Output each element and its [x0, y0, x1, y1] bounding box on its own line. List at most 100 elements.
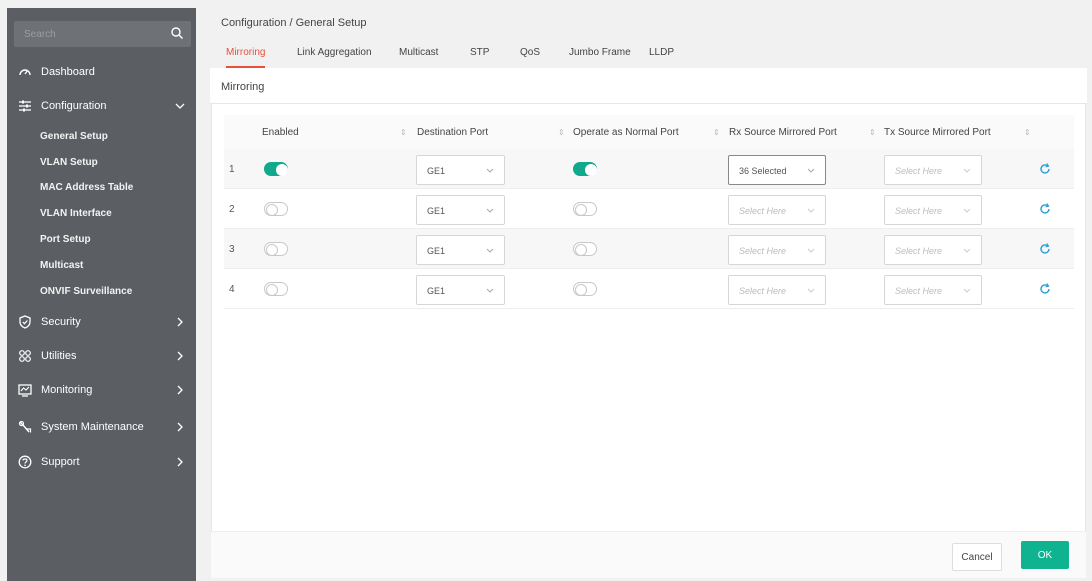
- refresh-icon[interactable]: [1038, 162, 1052, 176]
- sidebar-item-label: Utilities: [41, 350, 77, 362]
- panel-header: Mirroring: [210, 68, 1087, 104]
- select-value: GE1: [427, 286, 446, 296]
- tab-qos[interactable]: QoS: [520, 40, 540, 68]
- search-box[interactable]: Search: [14, 21, 191, 47]
- tx-source-select[interactable]: Select Here: [884, 155, 982, 185]
- sidebar-item-configuration[interactable]: Configuration: [7, 94, 196, 118]
- chevron-right-icon: [177, 317, 183, 327]
- shield-icon: [18, 315, 32, 329]
- table-row: 3 GE1 Select Here Select Here: [224, 229, 1074, 269]
- tx-source-select[interactable]: Select Here: [884, 275, 982, 305]
- select-value: Select Here: [739, 246, 787, 256]
- sidebar-subitem-onvif-surveillance[interactable]: ONVIF Surveillance: [40, 284, 132, 300]
- refresh-icon[interactable]: [1038, 282, 1052, 296]
- column-header-rx-source: Rx Source Mirrored Port: [729, 127, 837, 138]
- chevron-down-icon: [963, 288, 971, 293]
- row-number: 1: [229, 164, 235, 175]
- tab-jumbo-frame[interactable]: Jumbo Frame: [569, 40, 631, 68]
- chevron-right-icon: [177, 351, 183, 361]
- refresh-icon[interactable]: [1038, 242, 1052, 256]
- sidebar-subitem-vlan-interface[interactable]: VLAN Interface: [40, 206, 112, 222]
- enabled-toggle[interactable]: [264, 202, 288, 216]
- select-value: Select Here: [739, 286, 787, 296]
- column-header-enabled: Enabled: [262, 127, 299, 138]
- sort-icon[interactable]: ⇕: [1024, 128, 1031, 137]
- sidebar-item-support[interactable]: Support: [7, 450, 196, 474]
- sidebar-item-utilities[interactable]: Utilities: [7, 344, 196, 368]
- sliders-icon: [18, 99, 32, 113]
- rx-source-select[interactable]: Select Here: [728, 235, 826, 265]
- sidebar-item-label: Support: [41, 456, 80, 468]
- sidebar-subitem-port-setup[interactable]: Port Setup: [40, 232, 91, 248]
- table-row: 1 GE1 36 Selected Select Here: [224, 149, 1074, 189]
- normal-port-toggle[interactable]: [573, 202, 597, 216]
- destination-port-select[interactable]: GE1: [416, 195, 505, 225]
- sidebar-item-dashboard[interactable]: Dashboard: [7, 60, 196, 84]
- normal-port-toggle[interactable]: [573, 282, 597, 296]
- enabled-toggle[interactable]: [264, 162, 288, 176]
- sidebar-subitem-multicast[interactable]: Multicast: [40, 258, 83, 274]
- row-number: 2: [229, 204, 235, 215]
- chevron-down-icon: [486, 288, 494, 293]
- column-header-tx-source: Tx Source Mirrored Port: [884, 127, 991, 138]
- tab-lldp[interactable]: LLDP: [649, 40, 674, 68]
- sidebar-item-security[interactable]: Security: [7, 310, 196, 334]
- select-value: Select Here: [895, 286, 943, 296]
- sidebar-item-label: Monitoring: [41, 384, 93, 396]
- rx-source-select[interactable]: Select Here: [728, 275, 826, 305]
- chevron-down-icon: [807, 168, 815, 173]
- sidebar-subitem-general-setup[interactable]: General Setup: [40, 129, 108, 145]
- tx-source-select[interactable]: Select Here: [884, 235, 982, 265]
- chevron-right-icon: [177, 422, 183, 432]
- sidebar: Search Dashboard Configuration General S…: [7, 8, 196, 581]
- chevron-down-icon: [963, 248, 971, 253]
- refresh-icon[interactable]: [1038, 202, 1052, 216]
- search-input[interactable]: Search: [24, 29, 56, 40]
- sidebar-item-label: Dashboard: [41, 66, 95, 78]
- panel-title: Mirroring: [221, 81, 265, 93]
- normal-port-toggle[interactable]: [573, 162, 597, 176]
- chevron-down-icon: [486, 248, 494, 253]
- sidebar-subitem-mac-address-table[interactable]: MAC Address Table: [40, 180, 133, 196]
- monitor-icon: [18, 383, 32, 397]
- sidebar-subitem-vlan-setup[interactable]: VLAN Setup: [40, 155, 98, 171]
- tab-stp[interactable]: STP: [470, 40, 489, 68]
- tx-source-select[interactable]: Select Here: [884, 195, 982, 225]
- footer-bar: Cancel OK: [211, 531, 1086, 578]
- ok-button[interactable]: OK: [1021, 541, 1069, 569]
- destination-port-select[interactable]: GE1: [416, 235, 505, 265]
- select-value: Select Here: [895, 206, 943, 216]
- search-icon[interactable]: [170, 26, 184, 40]
- sidebar-item-system-maintenance[interactable]: System Maintenance: [7, 415, 196, 439]
- select-value: GE1: [427, 166, 446, 176]
- cancel-button[interactable]: Cancel: [952, 543, 1002, 571]
- sidebar-item-label: System Maintenance: [41, 421, 144, 433]
- row-number: 4: [229, 284, 235, 295]
- chevron-down-icon: [486, 168, 494, 173]
- sort-icon[interactable]: ⇕: [713, 128, 720, 137]
- rx-source-select[interactable]: 36 Selected: [728, 155, 826, 185]
- help-icon: [18, 455, 32, 469]
- sort-icon[interactable]: ⇕: [869, 128, 876, 137]
- tab-link-aggregation[interactable]: Link Aggregation: [297, 40, 372, 68]
- chevron-down-icon: [807, 208, 815, 213]
- breadcrumb: Configuration / General Setup: [221, 17, 367, 29]
- chevron-down-icon: [963, 208, 971, 213]
- chevron-down-icon: [963, 168, 971, 173]
- enabled-toggle[interactable]: [264, 282, 288, 296]
- sort-icon[interactable]: ⇕: [400, 128, 407, 137]
- rx-source-select[interactable]: Select Here: [728, 195, 826, 225]
- row-number: 3: [229, 244, 235, 255]
- enabled-toggle[interactable]: [264, 242, 288, 256]
- destination-port-select[interactable]: GE1: [416, 275, 505, 305]
- wrench-icon: [18, 420, 32, 434]
- table-row: 2 GE1 Select Here Select Here: [224, 189, 1074, 229]
- sort-icon[interactable]: ⇕: [558, 128, 565, 137]
- column-header-operate-as-normal-port: Operate as Normal Port: [573, 127, 679, 138]
- normal-port-toggle[interactable]: [573, 242, 597, 256]
- sidebar-item-monitoring[interactable]: Monitoring: [7, 378, 196, 402]
- tab-mirroring[interactable]: Mirroring: [226, 40, 266, 68]
- chevron-down-icon: [175, 103, 185, 109]
- destination-port-select[interactable]: GE1: [416, 155, 505, 185]
- tab-multicast[interactable]: Multicast: [399, 40, 438, 68]
